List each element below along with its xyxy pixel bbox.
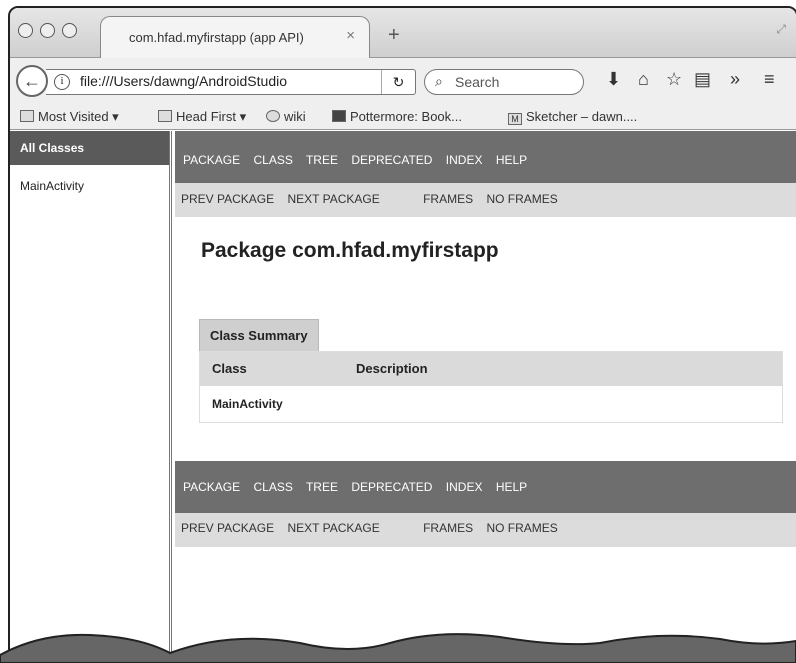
next-package-link[interactable]: NEXT PACKAGE — [287, 192, 379, 206]
bookmarks-toolbar: Most Visited ▾ Head First ▾ wiki Potterm… — [10, 104, 796, 130]
nav-index-bottom[interactable]: INDEX — [446, 480, 483, 494]
bookmark-pottermore[interactable]: Pottermore: Book... — [332, 109, 462, 124]
search-placeholder: Search — [455, 74, 500, 90]
class-summary-table: Class Description MainActivity — [199, 351, 783, 423]
search-icon: ⌕ — [435, 73, 443, 89]
zoom-window-button[interactable] — [62, 23, 77, 38]
menu-icon[interactable]: ≡ — [764, 69, 775, 90]
sub-nav-bar: PREV PACKAGE NEXT PACKAGE FRAMES NO FRAM… — [175, 183, 796, 217]
site-favicon-icon — [332, 110, 346, 122]
fullscreen-icon[interactable]: ⤢ — [776, 22, 786, 37]
tab-title: com.hfad.myfirstapp (app API) — [129, 30, 304, 45]
page-title: Package com.hfad.myfirstapp — [201, 239, 499, 262]
nav-index[interactable]: INDEX — [446, 153, 483, 167]
folder-icon — [158, 110, 172, 122]
tab-close-icon[interactable]: × — [346, 27, 355, 44]
nav-help-bottom[interactable]: HELP — [496, 480, 527, 494]
new-tab-button[interactable]: + — [388, 24, 400, 47]
mail-icon: M — [508, 113, 522, 125]
search-bar[interactable]: ⌕ Search — [424, 69, 584, 95]
torn-edge-decoration — [0, 633, 796, 663]
prev-package-link[interactable]: PREV PACKAGE — [181, 192, 274, 206]
frames-link[interactable]: FRAMES — [423, 192, 473, 206]
no-frames-link-bottom[interactable]: NO FRAMES — [486, 521, 557, 535]
bottom-sub-nav-bar: PREV PACKAGE NEXT PACKAGE FRAMES NO FRAM… — [175, 513, 796, 547]
class-summary: Class Summary Class Description MainActi… — [199, 319, 783, 423]
no-frames-link[interactable]: NO FRAMES — [486, 192, 557, 206]
nav-deprecated-bottom[interactable]: DEPRECATED — [351, 480, 432, 494]
bookmark-star-icon[interactable]: ☆ — [666, 69, 682, 90]
column-header-class: Class — [212, 361, 247, 376]
next-package-link-bottom[interactable]: NEXT PACKAGE — [287, 521, 379, 535]
class-list-frame: All Classes MainActivity — [10, 131, 172, 663]
nav-package-bottom[interactable]: PACKAGE — [183, 480, 240, 494]
class-link-mainactivity[interactable]: MainActivity — [10, 165, 169, 207]
overflow-chevron-icon[interactable]: » — [730, 69, 740, 90]
info-icon[interactable]: i — [54, 74, 70, 90]
nav-help[interactable]: HELP — [496, 153, 527, 167]
nav-package[interactable]: PACKAGE — [183, 153, 240, 167]
download-icon[interactable]: ⬇ — [606, 69, 621, 90]
browser-window: com.hfad.myfirstapp (app API) × + ⤢ i fi… — [8, 6, 796, 663]
table-header: Class Description — [200, 352, 782, 386]
table-row: MainActivity — [200, 386, 782, 422]
bottom-nav-bar: PACKAGE CLASS TREE DEPRECATED INDEX HELP — [175, 461, 796, 513]
browser-tab[interactable]: com.hfad.myfirstapp (app API) × — [100, 16, 370, 58]
reading-list-icon[interactable]: ▤ — [694, 69, 711, 90]
class-link-mainactivity-row[interactable]: MainActivity — [212, 397, 283, 411]
folder-icon — [20, 110, 34, 122]
nav-tree[interactable]: TREE — [306, 153, 338, 167]
nav-class-bottom[interactable]: CLASS — [253, 480, 292, 494]
column-header-description: Description — [356, 361, 428, 376]
frames-link-bottom[interactable]: FRAMES — [423, 521, 473, 535]
class-summary-tab: Class Summary — [199, 319, 319, 351]
tab-bar: com.hfad.myfirstapp (app API) × + ⤢ — [10, 8, 796, 58]
nav-class[interactable]: CLASS — [253, 153, 292, 167]
minimize-window-button[interactable] — [40, 23, 55, 38]
all-classes-heading: All Classes — [10, 131, 169, 165]
globe-icon — [266, 110, 280, 122]
navigation-bar: i file:///Users/dawng/AndroidStudio ↻ ← … — [10, 58, 796, 104]
bookmark-sketcher[interactable]: M Sketcher – dawn.... — [508, 109, 637, 125]
url-bar[interactable]: i file:///Users/dawng/AndroidStudio ↻ — [46, 69, 416, 95]
prev-package-link-bottom[interactable]: PREV PACKAGE — [181, 521, 274, 535]
home-icon[interactable]: ⌂ — [638, 69, 649, 90]
main-frame: PACKAGE CLASS TREE DEPRECATED INDEX HELP… — [175, 131, 796, 663]
back-button[interactable]: ← — [16, 65, 48, 97]
top-nav-bar: PACKAGE CLASS TREE DEPRECATED INDEX HELP — [175, 131, 796, 183]
bookmark-most-visited[interactable]: Most Visited ▾ — [20, 109, 119, 125]
bookmark-wiki[interactable]: wiki — [266, 109, 306, 124]
page-content: All Classes MainActivity PACKAGE CLASS T… — [10, 131, 796, 663]
nav-tree-bottom[interactable]: TREE — [306, 480, 338, 494]
nav-deprecated[interactable]: DEPRECATED — [351, 153, 432, 167]
url-text[interactable]: file:///Users/dawng/AndroidStudio — [80, 73, 287, 89]
reload-icon[interactable]: ↻ — [381, 70, 415, 94]
bookmark-head-first[interactable]: Head First ▾ — [158, 109, 246, 125]
close-window-button[interactable] — [18, 23, 33, 38]
